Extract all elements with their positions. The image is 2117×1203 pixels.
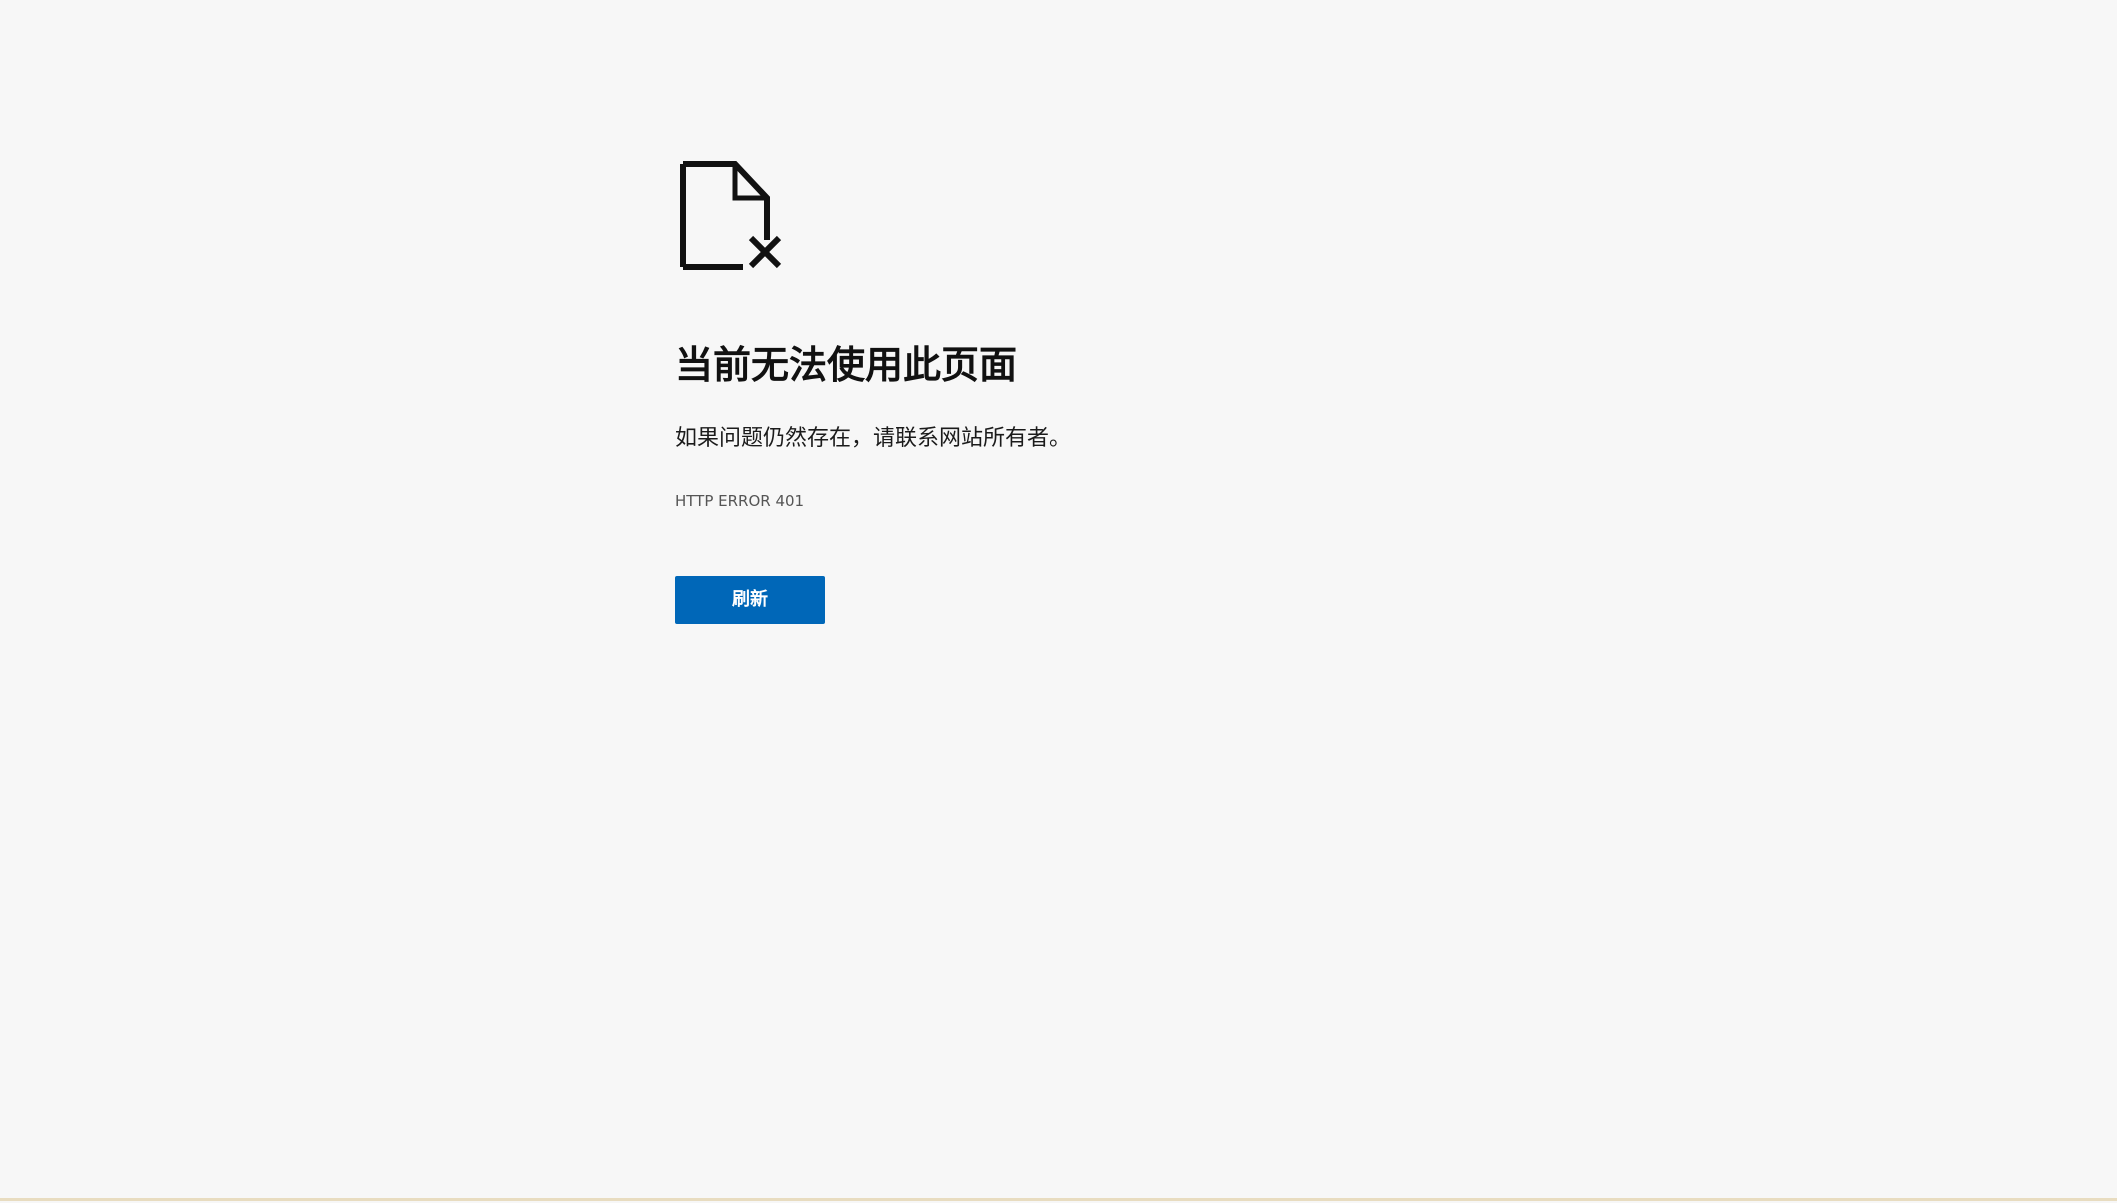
bottom-divider: [0, 1198, 2117, 1201]
error-page: 当前无法使用此页面 如果问题仍然存在，请联系网站所有者。 HTTP ERROR …: [0, 0, 2117, 1203]
page-error-icon: [675, 160, 785, 272]
error-code: HTTP ERROR 401: [675, 492, 805, 510]
error-message: 如果问题仍然存在，请联系网站所有者。: [675, 426, 1072, 451]
page-title: 当前无法使用此页面: [675, 343, 1018, 387]
refresh-button[interactable]: 刷新: [675, 576, 825, 624]
